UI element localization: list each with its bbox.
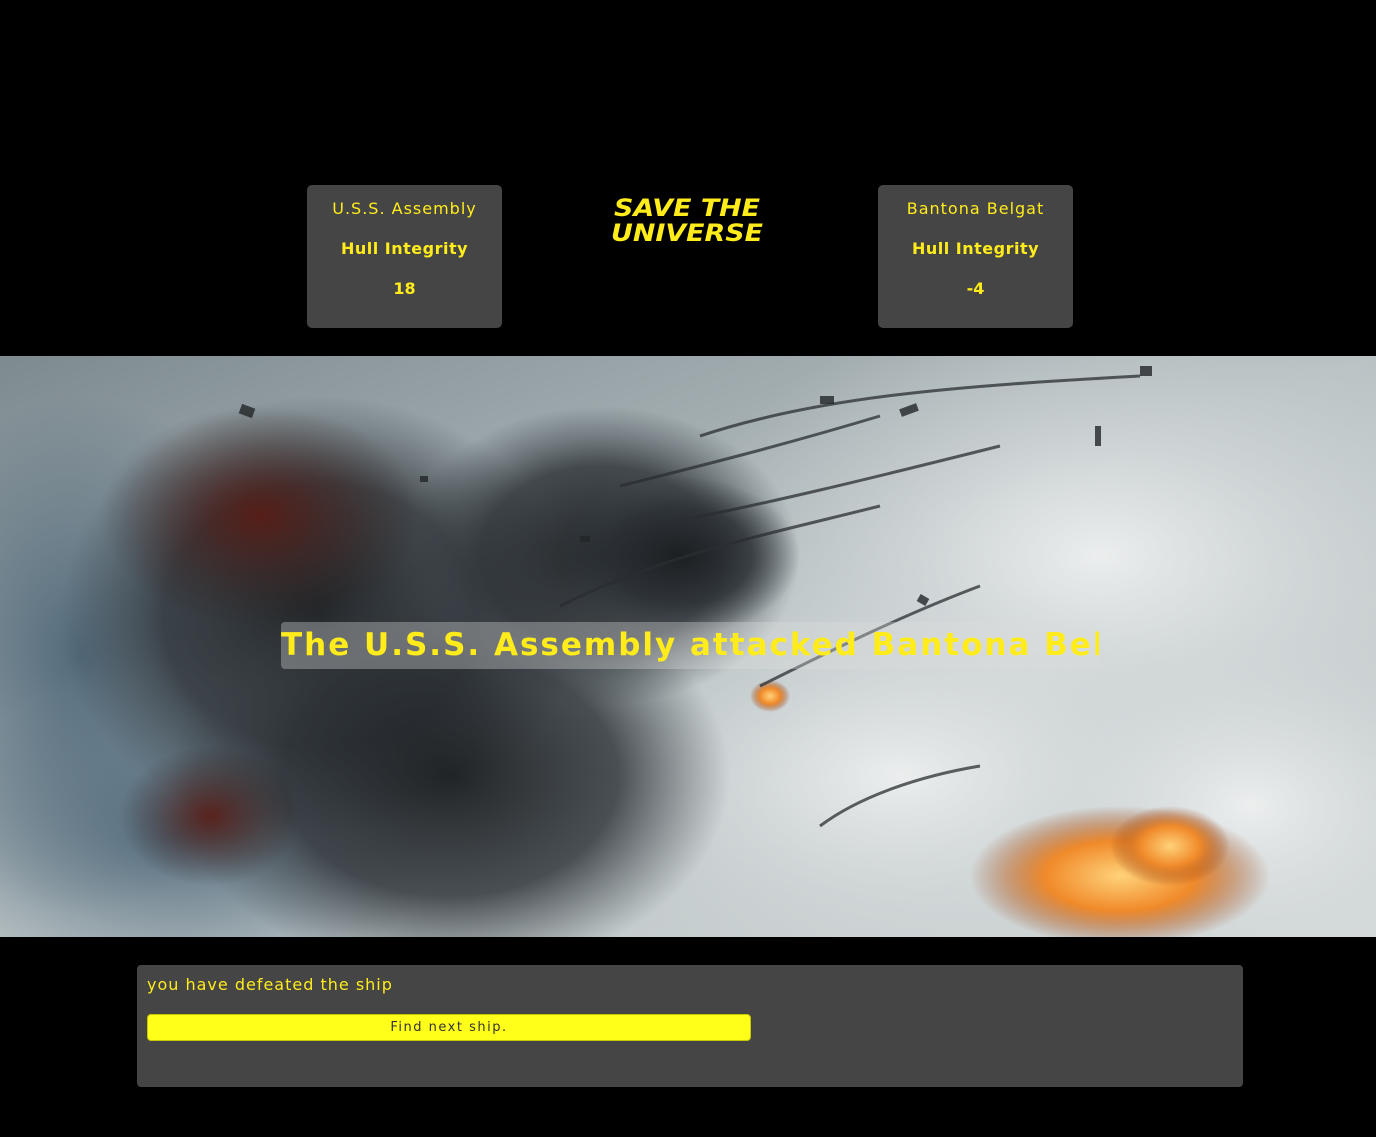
player-ship-name: U.S.S. Assembly <box>332 199 477 218</box>
message-panel: you have defeated the ship Find next shi… <box>137 965 1243 1087</box>
enemy-hull-value: -4 <box>966 279 985 298</box>
find-next-ship-button[interactable]: Find next ship. <box>147 1014 751 1041</box>
logo-line-2: UNIVERSE <box>611 219 763 247</box>
player-hull-label: Hull Integrity <box>340 239 469 258</box>
player-status-card: U.S.S. Assembly Hull Integrity 18 <box>307 185 502 328</box>
player-hull-value: 18 <box>393 279 416 298</box>
enemy-status-card: Bantona Belgat Hull Integrity -4 <box>878 185 1073 328</box>
battle-caption: The U.S.S. Assembly attacked Bantona Bel… <box>281 622 1099 669</box>
enemy-ship-name: Bantona Belgat <box>906 199 1045 218</box>
message-text: you have defeated the ship <box>147 975 393 994</box>
game-logo: SAVE THE UNIVERSE <box>590 196 785 246</box>
game-screen: U.S.S. Assembly Hull Integrity 18 SAVE T… <box>0 0 1376 1137</box>
logo-line-1: SAVE THE <box>613 194 761 222</box>
enemy-hull-label: Hull Integrity <box>911 239 1040 258</box>
